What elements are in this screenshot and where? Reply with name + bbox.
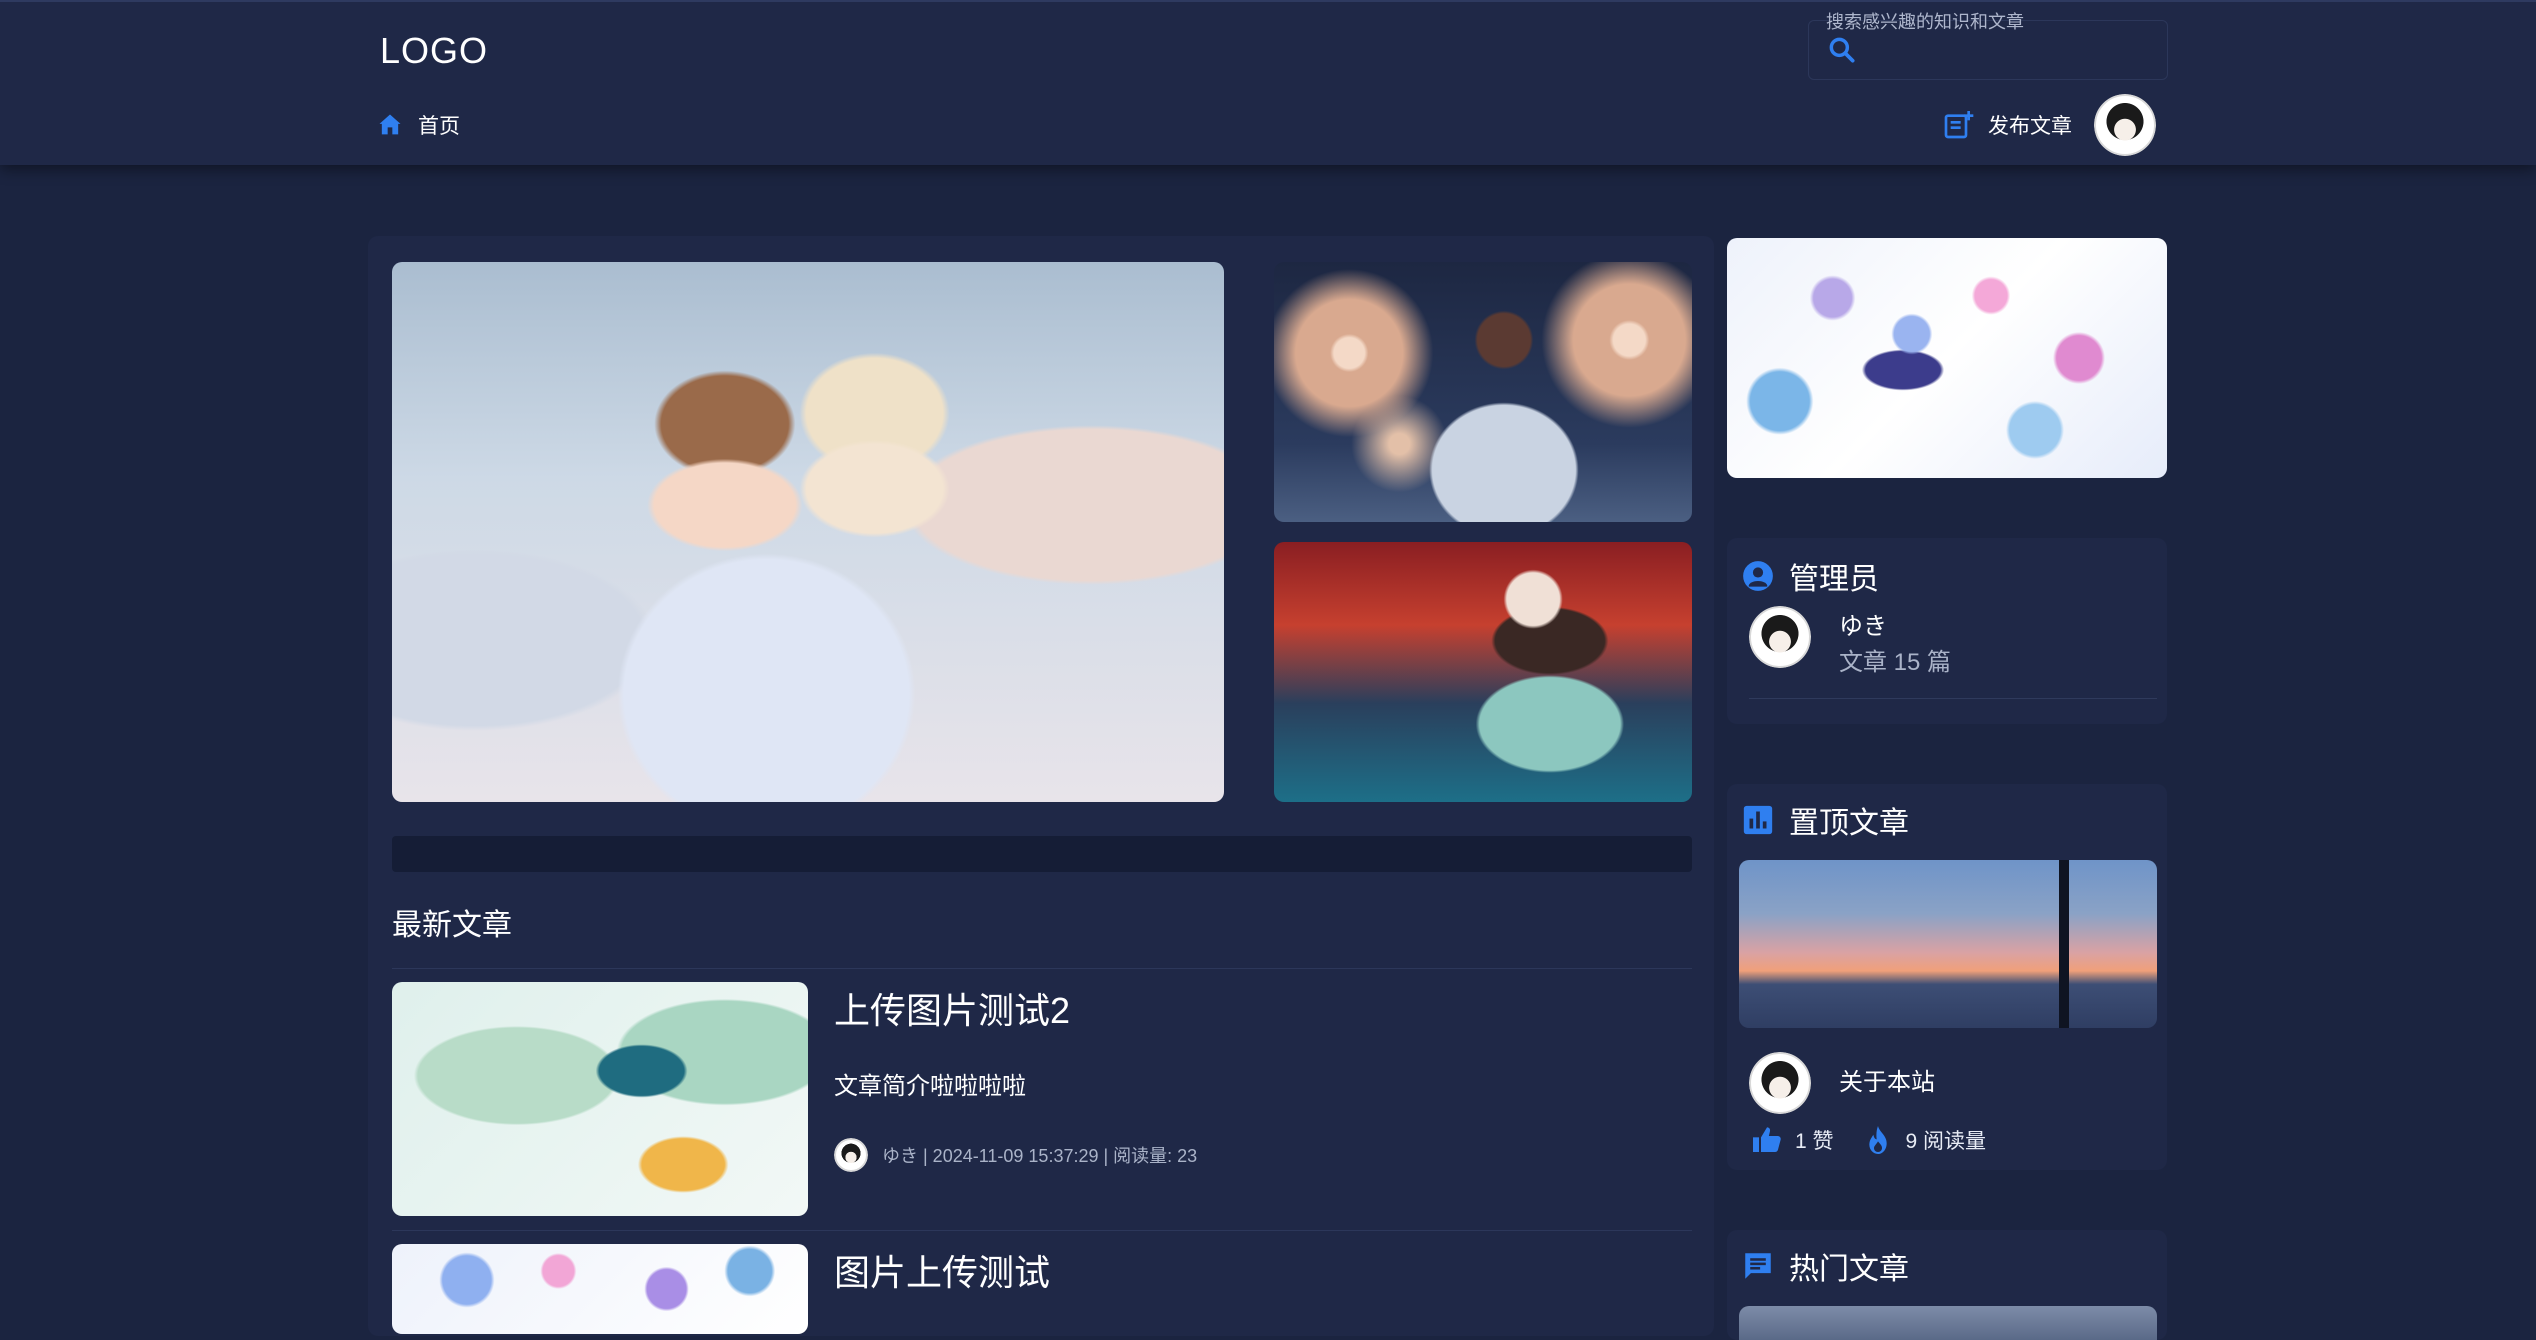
nav-home-label: 首页 [418,115,460,138]
home-icon [379,114,401,135]
publish-label: 发布文章 [1988,115,2072,138]
article-meta: ゆき | 2024-11-09 15:37:29 | 阅读量: 23 [834,1138,1197,1172]
hot-articles-card: 热门文章 [1727,1230,2167,1340]
admin-card: 管理员 ゆき 文章 15 篇 [1727,538,2167,724]
nav-home[interactable]: 首页 [376,110,460,140]
admin-avatar[interactable] [1749,606,1811,668]
top-articles-card: 置顶文章 关于本站 1 赞 9 阅读量 [1727,784,2167,1170]
hot-articles-header: 热门文章 [1741,1244,1909,1288]
article-thumbnail[interactable] [392,982,808,1216]
admin-name[interactable]: ゆき [1839,606,1887,641]
admin-icon [1743,561,1773,591]
publish-article-button[interactable]: 发布文章 [1942,108,2072,142]
chart-icon [1743,805,1773,835]
article-description: 文章简介啦啦啦啦 [834,1073,1026,1100]
divider [392,968,1692,969]
carousel-side-image-fireworks[interactable] [1274,262,1692,522]
article-thumbnail[interactable] [392,1244,808,1334]
like-icon[interactable] [1751,1124,1783,1156]
search-icon[interactable] [1826,34,1858,66]
reads-count: 9 阅读量 [1905,1130,1987,1153]
author-avatar [834,1138,868,1172]
top-articles-heading: 置顶文章 [1789,807,1909,840]
sidebar-banner-image[interactable] [1727,238,2167,478]
divider [1749,698,2157,699]
avatar-image [2094,94,2156,156]
user-avatar[interactable] [2094,94,2156,156]
latest-articles-title: 最新文章 [392,909,512,942]
likes-count: 1 赞 [1795,1130,1834,1153]
author-avatar [1749,1052,1811,1114]
article-title[interactable]: 上传图片测试2 [834,982,1070,1034]
carousel-main-image[interactable] [392,262,1224,802]
fire-icon [1868,1126,1887,1154]
site-logo[interactable]: LOGO [380,30,488,72]
hot-article-thumbnail[interactable] [1739,1306,2157,1340]
carousel-side-image-torii[interactable] [1274,542,1692,802]
top-article-thumbnail[interactable] [1739,860,2157,1028]
admin-card-header: 管理员 [1741,554,1879,598]
admin-article-count: 文章 15 篇 [1839,649,1952,676]
chat-icon [1745,1253,1771,1279]
article-title[interactable]: 图片上传测试 [834,1244,1050,1296]
carousel-indicator-bar [392,836,1692,872]
top-article-title[interactable]: 关于本站 [1839,1062,1935,1097]
article-meta-text: ゆき | 2024-11-09 15:37:29 | 阅读量: 23 [882,1146,1198,1166]
divider [392,1230,1692,1231]
hot-articles-heading: 热门文章 [1789,1253,1909,1286]
top-articles-header: 置顶文章 [1741,798,1909,842]
admin-heading: 管理员 [1789,563,1879,596]
search-placeholder[interactable]: 搜索感兴趣的知识和文章 [1826,8,2024,34]
publish-icon [1944,111,1974,139]
top-article-stats: 1 赞 9 阅读量 [1751,1124,2014,1156]
top-header: LOGO 搜索感兴趣的知识和文章 首页 发布文章 [0,0,2536,165]
